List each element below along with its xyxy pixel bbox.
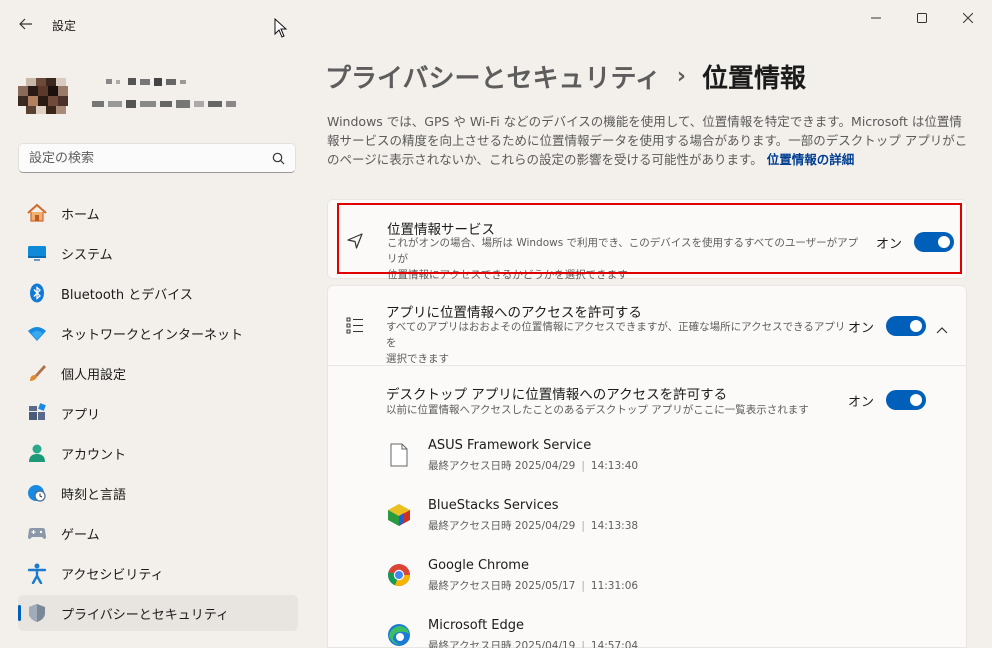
list-item: ASUS Framework Service 最終アクセス日時 2025/04/… [386,438,946,488]
edge-icon [386,622,412,648]
close-icon [963,13,973,23]
avatar[interactable] [18,68,74,124]
desktop-access-title: デスクトップ アプリに位置情報へのアクセスを許可する [386,387,728,403]
highlight-box [337,203,962,274]
sidebar-item-privacy-security[interactable]: プライバシーとセキュリティ [18,595,298,631]
profile-email-redacted [92,95,238,108]
breadcrumb: プライバシーとセキュリティ › 位置情報 [325,58,806,95]
gamepad-icon [26,522,48,544]
list-icon [346,316,364,338]
globe-clock-icon [26,482,48,504]
mouse-cursor-icon [274,17,288,42]
shield-icon [26,602,48,624]
arrow-left-icon [19,18,32,30]
close-button[interactable] [946,4,990,32]
sidebar-item-time-language[interactable]: 時刻と言語 [18,475,298,511]
chrome-icon [386,562,412,588]
desktop-access-description: 以前に位置情報へアクセスしたことのあるデスクトップ アプリがここに一覧表示されま… [386,404,809,416]
title-bar: 設定 [0,0,992,48]
app-access-toggle[interactable] [886,316,927,336]
accessibility-icon [26,562,48,584]
file-icon [386,442,412,468]
app-access-state: オン [848,320,875,336]
learn-more-link[interactable]: 位置情報の詳細 [767,152,855,167]
page-title: 位置情報 [702,64,807,94]
desktop-access-toggle-group: オン [848,390,927,410]
app-access-header[interactable]: アプリに位置情報へのアクセスを許可する すべてのアプリはおおよその位置情報にアク… [328,286,966,366]
page-description: Windows では、GPS や Wi-Fi などのデバイスの機能を使用して、位… [327,114,968,167]
bluestacks-icon [386,502,412,528]
system-icon [26,242,48,264]
search-box[interactable] [18,143,296,173]
wifi-icon [26,322,48,344]
list-item: Microsoft Edge 最終アクセス日時 2025/04/19 | 14:57… [386,618,946,648]
sidebar-item-gaming[interactable]: ゲーム [18,515,298,551]
sidebar-item-network[interactable]: ネットワークとインターネット [18,315,298,351]
breadcrumb-parent[interactable]: プライバシーとセキュリティ [325,58,661,95]
profile-name-redacted [92,74,202,88]
sidebar-item-home[interactable]: ホーム [18,195,298,231]
app-access-toggle-group: オン [848,316,927,336]
app-access-title: アプリに位置情報へのアクセスを許可する [386,305,642,321]
bluetooth-icon [26,282,48,304]
maximize-button[interactable] [900,4,944,32]
minimize-icon [871,17,881,19]
desktop-access-toggle[interactable] [886,390,927,410]
brush-icon [26,362,48,384]
sidebar-item-bluetooth[interactable]: Bluetooth とデバイス [18,275,298,311]
account-icon [26,442,48,464]
back-button[interactable] [12,10,40,38]
apps-icon [26,402,48,424]
list-item: Google Chrome 最終アクセス日時 2025/05/17 | 11:31:… [386,558,946,608]
sidebar-item-apps[interactable]: アプリ [18,395,298,431]
sidebar-item-personalization[interactable]: 個人用設定 [18,355,298,391]
breadcrumb-separator: › [676,64,686,89]
sidebar-item-system[interactable]: システム [18,235,298,271]
sidebar-item-accounts[interactable]: アカウント [18,435,298,471]
maximize-icon [917,13,927,23]
search-icon[interactable] [272,152,285,165]
home-icon [26,202,48,224]
search-input[interactable] [29,150,272,166]
desktop-access-state: オン [848,394,875,410]
minimize-button[interactable] [854,4,898,32]
sidebar-nav: ホーム システム Bluetooth とデバイス ネットワークとインターネット … [18,195,298,635]
sidebar-item-accessibility[interactable]: アクセシビリティ [18,555,298,591]
chevron-up-icon[interactable] [936,319,948,338]
list-item: BlueStacks Services 最終アクセス日時 2025/04/29 |… [386,498,946,548]
app-title: 設定 [52,19,77,33]
app-access-description: すべてのアプリはおおよその位置情報にアクセスできますが、正確な場所にアクセスでき… [386,321,846,365]
